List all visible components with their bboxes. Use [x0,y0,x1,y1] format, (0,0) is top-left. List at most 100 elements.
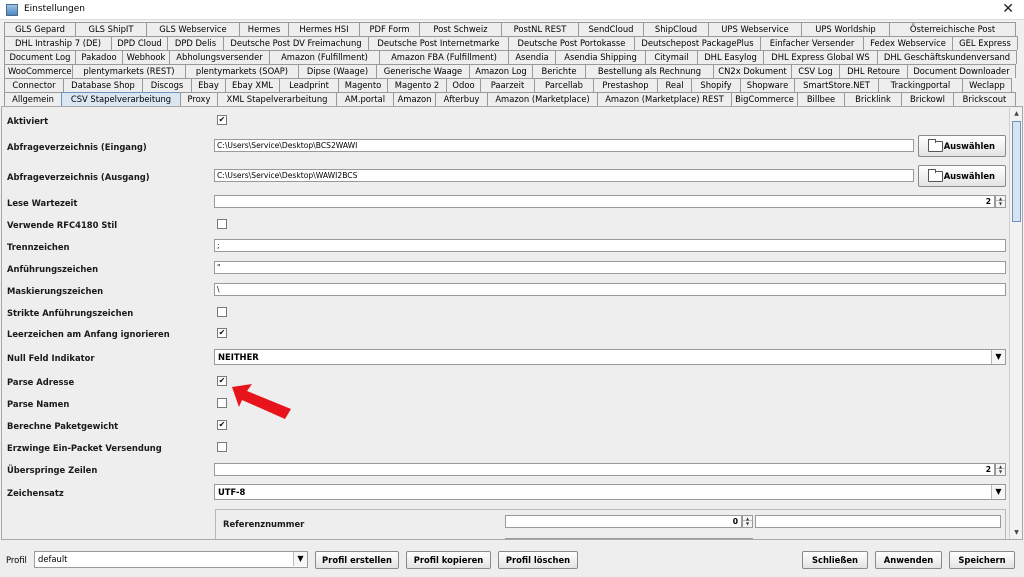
tab-document-downloader[interactable]: Document Downloader [907,64,1016,78]
chevron-down-icon[interactable]: ▼ [991,350,1005,364]
input-abfrage-eingang[interactable]: C:\Users\Service\Desktop\BCS2WAWI [214,139,914,152]
speichern-button[interactable]: Speichern [949,551,1015,569]
tab-real[interactable]: Real [657,78,692,92]
tab-hermes[interactable]: Hermes [239,22,289,36]
vertical-scrollbar[interactable]: ▲ ▼ [1009,108,1022,539]
tab-gls-gepard[interactable]: GLS Gepard [4,22,76,36]
tab-pakadoo[interactable]: Pakadoo [75,50,123,64]
choose-eingang-button[interactable]: Auswählen [918,135,1006,157]
tab-magento[interactable]: Magento [338,78,388,92]
tab-bigcommerce[interactable]: BigCommerce [731,92,798,106]
tab-citymail[interactable]: Citymail [645,50,698,64]
tab-asendia[interactable]: Asendia [508,50,556,64]
tab-bricklink[interactable]: Bricklink [844,92,902,106]
scrollbar-thumb[interactable] [1012,121,1021,222]
select-null-feld-indikator[interactable]: NEITHER ▼ [214,349,1006,365]
tab-magento-2[interactable]: Magento 2 [387,78,447,92]
tab-amazon-fba-fulfillment[interactable]: Amazon FBA (Fulfillment) [379,50,509,64]
choose-ausgang-button[interactable]: Auswählen [918,165,1006,187]
tab-shopware[interactable]: Shopware [740,78,795,92]
tab-amazon-log[interactable]: Amazon Log [469,64,533,78]
tab-cn2x-dokument[interactable]: CN2x Dokument [713,64,792,78]
spinner-ueberspringe-zeilen[interactable]: 2 [214,463,995,476]
checkbox-strikte-anfuehrungszeichen[interactable] [217,307,227,317]
tab-dipse-waage[interactable]: Dipse (Waage) [298,64,377,78]
tab-discogs[interactable]: Discogs [142,78,192,92]
tab-proxy[interactable]: Proxy [180,92,218,106]
anwenden-button[interactable]: Anwenden [875,551,942,569]
tab-allgemein[interactable]: Allgemein [4,92,62,106]
tab-berichte[interactable]: Berichte [532,64,586,78]
tab-plentymarkets-soap[interactable]: plentymarkets (SOAP) [185,64,299,78]
checkbox-parse-adresse[interactable]: ✔ [217,376,227,386]
tab-einfacher-versender[interactable]: Einfacher Versender [760,36,864,50]
spinner-lese-wartezeit-buttons[interactable]: ▲ ▼ [995,195,1006,208]
tab-deutschepost-packageplus[interactable]: Deutschepost PackagePlus [634,36,761,50]
tab-deutsche-post-dv-freimachung[interactable]: Deutsche Post DV Freimachung [223,36,369,50]
spinner-referenznummer-buttons[interactable]: ▲ ▼ [742,515,753,528]
tab-amazon-fulfillment[interactable]: Amazon (Fulfillment) [269,50,380,64]
tab-abholungsversender[interactable]: Abholungsversender [169,50,270,64]
tab-afterbuy[interactable]: Afterbuy [435,92,488,106]
tab-parcellab[interactable]: Parcellab [534,78,594,92]
tab-shopify[interactable]: Shopify [691,78,741,92]
tab-amazon-marketplace[interactable]: Amazon (Marketplace) [487,92,598,106]
tab-leadprint[interactable]: Leadprint [279,78,339,92]
tab-shipcloud[interactable]: ShipCloud [643,22,709,36]
tab-asendia-shipping[interactable]: Asendia Shipping [555,50,646,64]
tab-csv-log[interactable]: CSV Log [791,64,840,78]
tab-dpd-delis[interactable]: DPD Delis [167,36,224,50]
close-icon[interactable]: ✕ [1002,1,1014,17]
checkbox-rfc4180[interactable] [217,219,227,229]
tab-dhl-express-global-ws[interactable]: DHL Express Global WS [763,50,878,64]
tab-deutsche-post-internetmarke[interactable]: Deutsche Post Internetmarke [368,36,509,50]
tab-ebay-xml[interactable]: Ebay XML [225,78,280,92]
tab-dhl-geschäftskundenversand[interactable]: DHL Geschäftskundenversand [877,50,1017,64]
tab-deutsche-post-portokasse[interactable]: Deutsche Post Portokasse [508,36,635,50]
tab-webhook[interactable]: Webhook [122,50,170,64]
input-maskierungszeichen[interactable]: \ [214,283,1006,296]
input-anfuehrungszeichen[interactable]: " [214,261,1006,274]
tab-sendcloud[interactable]: SendCloud [578,22,644,36]
tab-generische-waage[interactable]: Generische Waage [376,64,470,78]
checkbox-leerzeichen-ignorieren[interactable]: ✔ [217,328,227,338]
profil-erstellen-button[interactable]: Profil erstellen [315,551,399,569]
tab-hermes-hsi[interactable]: Hermes HSI [288,22,360,36]
input-abfrage-ausgang[interactable]: C:\Users\Service\Desktop\WAWI2BCS [214,169,914,182]
spinner-lese-wartezeit[interactable]: 2 [214,195,995,208]
tab-bestellung-als-rechnung[interactable]: Bestellung als Rechnung [585,64,714,78]
tab-dpd-cloud[interactable]: DPD Cloud [111,36,168,50]
chevron-down-icon[interactable]: ▼ [293,552,307,566]
chevron-down-icon[interactable]: ▼ [991,485,1005,499]
select-zeichensatz[interactable]: UTF-8 ▼ [214,484,1006,500]
tab-plentymarkets-rest[interactable]: plentymarkets (REST) [72,64,186,78]
tab-trackingportal[interactable]: Trackingportal [878,78,963,92]
tab-amazon[interactable]: Amazon [393,92,436,106]
tab-gel-express[interactable]: GEL Express [952,36,1018,50]
tab-pdf-form[interactable]: PDF Form [359,22,420,36]
tab-gls-shipit[interactable]: GLS ShipIT [75,22,147,36]
tab-smartstore-net[interactable]: SmartStore.NET [794,78,879,92]
tab-ups-worldship[interactable]: UPS Worldship [801,22,890,36]
tab-brickscout[interactable]: Brickscout [953,92,1016,106]
spinner-referenznummer[interactable]: 0 [505,515,742,528]
tab-woocommerce[interactable]: WooCommerce [4,64,73,78]
checkbox-aktiviert[interactable]: ✔ [217,115,227,125]
tab-weclapp[interactable]: Weclapp [962,78,1012,92]
scroll-down-icon[interactable]: ▼ [1011,527,1022,539]
tab-ebay[interactable]: Ebay [191,78,226,92]
tab-csv-stapelverarbeitung[interactable]: CSV Stapelverarbeitung [61,92,181,106]
tab-amazon-marketplace-rest[interactable]: Amazon (Marketplace) REST [597,92,732,106]
tab-billbee[interactable]: Billbee [797,92,845,106]
spinner-referenz-next[interactable] [505,538,742,539]
checkbox-erzwinge-ein-packet[interactable] [217,442,227,452]
profil-loeschen-button[interactable]: Profil löschen [498,551,578,569]
tab-odoo[interactable]: Odoo [446,78,481,92]
scroll-up-icon[interactable]: ▲ [1011,108,1022,120]
tab-post-schweiz[interactable]: Post Schweiz [419,22,502,36]
tab-paarzeit[interactable]: Paarzeit [480,78,535,92]
tab-document-log[interactable]: Document Log [4,50,76,64]
tab-gls-webservice[interactable]: GLS Webservice [146,22,240,36]
spinner-ueberspringe-zeilen-buttons[interactable]: ▲ ▼ [995,463,1006,476]
tab-postnl-rest[interactable]: PostNL REST [501,22,579,36]
